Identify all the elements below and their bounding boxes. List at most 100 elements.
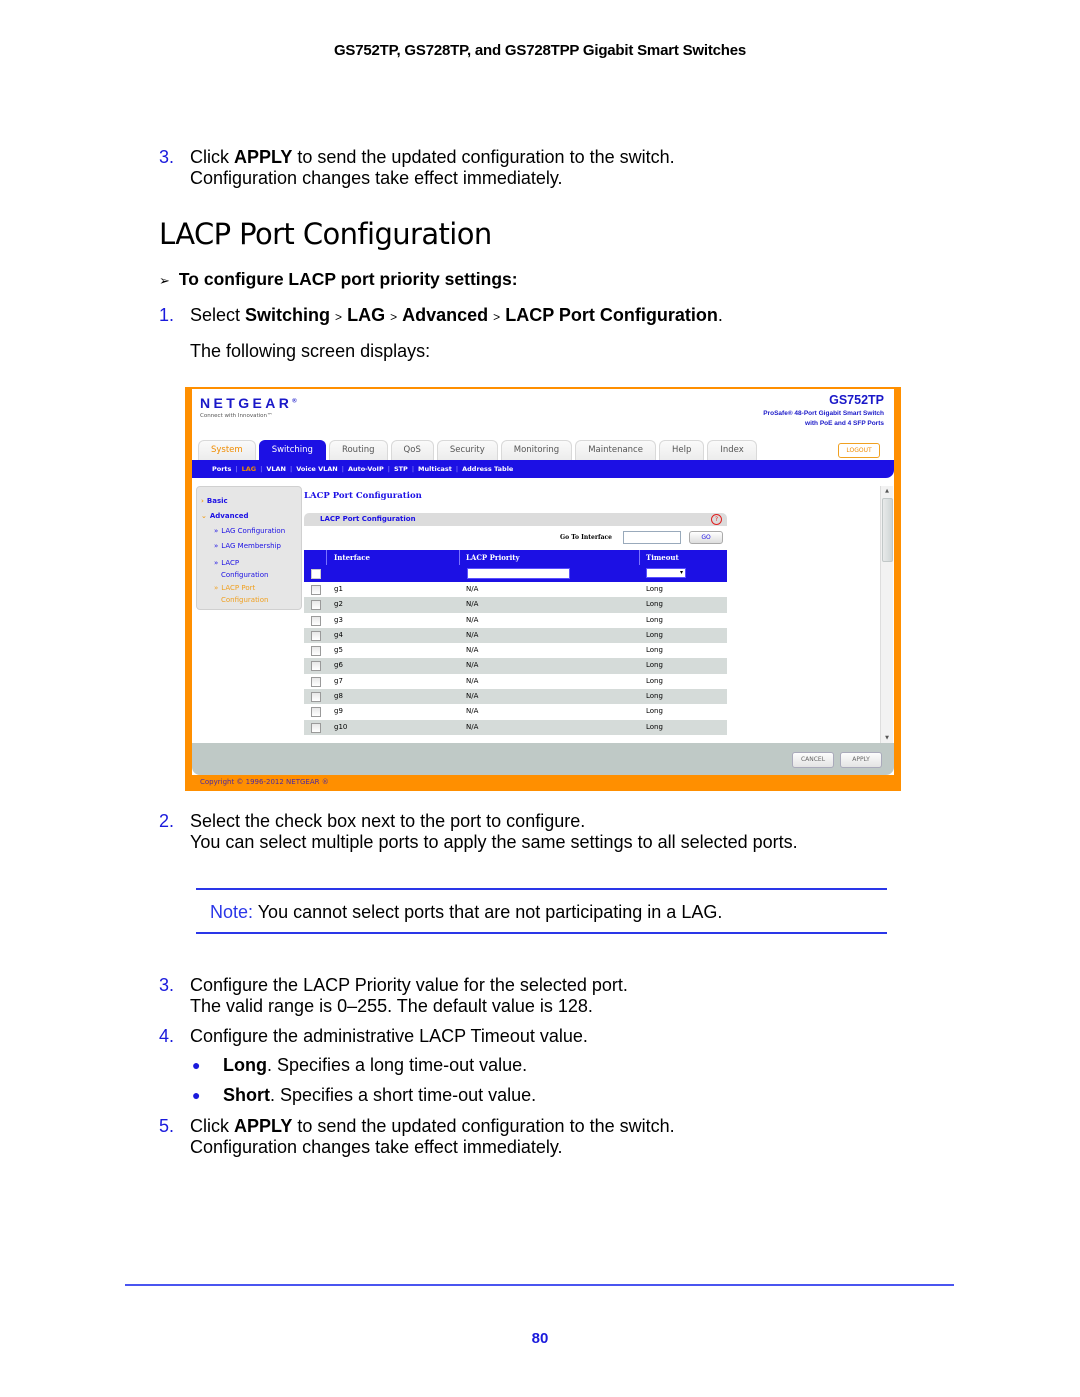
menu-path-item: LAG [347, 305, 386, 325]
tab-monitoring[interactable]: Monitoring [500, 440, 573, 460]
timeout-cell: Long [646, 692, 663, 701]
subnav-lag[interactable]: LAG [242, 465, 257, 473]
sidebar-basic[interactable]: › Basic [201, 497, 228, 505]
chevron-down-icon: ⌄ [201, 512, 207, 520]
table-row: g2 N/A Long [304, 597, 727, 613]
step-number: 1. [159, 305, 175, 325]
subnav-address-table[interactable]: Address Table [462, 465, 513, 473]
column-header-interface: Interface [334, 553, 371, 562]
model-description: ProSafe® 48-Port Gigabit Smart Switch wit… [763, 410, 884, 427]
tab-qos[interactable]: QoS [390, 440, 434, 460]
bullet-bold: Short [223, 1085, 270, 1105]
tab-routing[interactable]: Routing [328, 440, 388, 460]
tab-switching[interactable]: Switching [258, 440, 326, 461]
panel-header: LACP Port Configuration ? [304, 513, 727, 526]
intro-step: 3. Click APPLY to send the updated confi… [159, 147, 959, 189]
apply-button[interactable]: APPLY [840, 752, 882, 768]
lacp-priority-input[interactable] [467, 568, 570, 579]
note-bottom-rule [196, 932, 887, 934]
sidebar: › Basic ⌄ Advanced » LAG Configuration » LAG… [196, 486, 302, 610]
step-text: You can select multiple ports to apply t… [190, 832, 798, 852]
subnav-vlan[interactable]: VLAN [266, 465, 286, 473]
step-2: 2. Select the check box next to the port… [159, 811, 959, 853]
help-icon[interactable]: ? [711, 514, 722, 525]
subnav-stp[interactable]: STP [394, 465, 408, 473]
bullet-icon: » [214, 584, 219, 592]
step-bold: APPLY [234, 147, 293, 167]
table-row: g10 N/A Long [304, 719, 727, 735]
lacp-priority-cell: N/A [466, 585, 479, 593]
goto-interface-input[interactable] [623, 531, 681, 544]
interface-cell: g7 [334, 676, 343, 685]
row-checkbox[interactable] [311, 646, 321, 657]
step-number: 2. [159, 811, 175, 831]
row-checkbox[interactable] [311, 600, 321, 611]
row-checkbox[interactable] [311, 585, 321, 595]
bullet-short: ● Short. Specifies a short time-out valu… [192, 1085, 892, 1106]
bullet-text: . Specifies a short time-out value. [270, 1085, 537, 1105]
row-checkbox[interactable] [311, 707, 321, 718]
row-checkbox[interactable] [311, 676, 321, 687]
row-checkbox[interactable] [311, 692, 321, 703]
footer-rule [125, 1284, 954, 1286]
menu-path-item: LACP Port Configuration [505, 305, 718, 325]
sidebar-lacp-port-configuration[interactable]: » LACP Port Configuration [214, 582, 268, 606]
tab-index[interactable]: Index [707, 440, 757, 460]
path-separator: > [390, 310, 398, 324]
netgear-web-ui: NETGEAR® Connect with Innovation™ GS752T… [192, 389, 894, 775]
interface-cell: g2 [334, 600, 343, 609]
select-all-checkbox[interactable] [311, 569, 321, 579]
scroll-up-icon[interactable]: ▲ [881, 486, 893, 496]
timeout-select[interactable]: ▾ [646, 568, 686, 578]
menu-path-item: Switching [245, 305, 331, 325]
table-row: g4 N/A Long [304, 627, 727, 644]
row-checkbox[interactable] [311, 630, 321, 641]
subnav-voice-vlan[interactable]: Voice VLAN [296, 465, 338, 473]
tab-maintenance[interactable]: Maintenance [575, 440, 656, 460]
row-checkbox[interactable] [311, 661, 321, 672]
main-tabs: System Switching Routing QoS Security Mo… [198, 440, 760, 461]
sidebar-advanced[interactable]: ⌄ Advanced [201, 512, 248, 520]
bullet-icon: ● [192, 1057, 201, 1073]
tab-system[interactable]: System [198, 440, 256, 460]
go-button[interactable]: GO [689, 531, 723, 544]
step-text: The valid range is 0–255. The default va… [190, 996, 593, 1016]
vertical-scrollbar[interactable]: ▲ ▼ [880, 486, 893, 743]
path-separator: > [335, 310, 343, 324]
row-checkbox[interactable] [311, 722, 321, 733]
table-row: g8 N/A Long [304, 689, 727, 705]
row-checkbox[interactable] [311, 615, 321, 626]
step-text: The following screen displays: [190, 341, 431, 361]
timeout-cell: Long [646, 630, 663, 639]
subnav-ports[interactable]: Ports [212, 465, 231, 473]
bullet-icon: » [214, 542, 219, 550]
table-row: g1 N/A Long [304, 582, 727, 598]
interface-cell: g10 [334, 722, 348, 731]
lacp-priority-cell: N/A [466, 661, 479, 670]
sidebar-lag-membership[interactable]: » LAG Membership [214, 542, 281, 550]
sidebar-lacp-configuration[interactable]: » LACP Configuration [214, 557, 268, 581]
copyright: Copyright © 1996-2012 NETGEAR ® [200, 778, 329, 786]
note: Note: You cannot select ports that are n… [210, 902, 722, 923]
scroll-down-icon[interactable]: ▼ [881, 733, 893, 743]
step-text: Click [190, 1116, 234, 1136]
sidebar-lag-configuration[interactable]: » LAG Configuration [214, 527, 285, 535]
bulk-edit-row: ▾ [304, 565, 727, 582]
subnav-multicast[interactable]: Multicast [418, 465, 452, 473]
sub-navigation: Ports | LAG | VLAN | Voice VLAN | Auto-VoIP |… [192, 460, 894, 478]
subnav-auto-voip[interactable]: Auto-VoIP [348, 465, 384, 473]
interface-cell: g5 [334, 646, 343, 655]
logout-button[interactable]: LOGOUT [838, 443, 880, 458]
tab-security[interactable]: Security [436, 440, 498, 460]
scrollbar-thumb[interactable] [882, 498, 893, 562]
tab-help[interactable]: Help [658, 440, 705, 460]
cancel-button[interactable]: CANCEL [792, 752, 834, 768]
lacp-port-table: Interface LACP Priority Timeout ▾ g1 N/A L… [304, 550, 727, 739]
table-row: g3 N/A Long [304, 612, 727, 628]
ui-header: NETGEAR® Connect with Innovation™ GS752T… [192, 389, 894, 446]
step-text: Configuration changes take effect immedi… [190, 1137, 563, 1157]
bullet-icon: » [214, 559, 219, 567]
bullet-text: . Specifies a long time-out value. [266, 1055, 528, 1075]
timeout-cell: Long [646, 676, 663, 685]
page-number: 80 [531, 1330, 549, 1347]
